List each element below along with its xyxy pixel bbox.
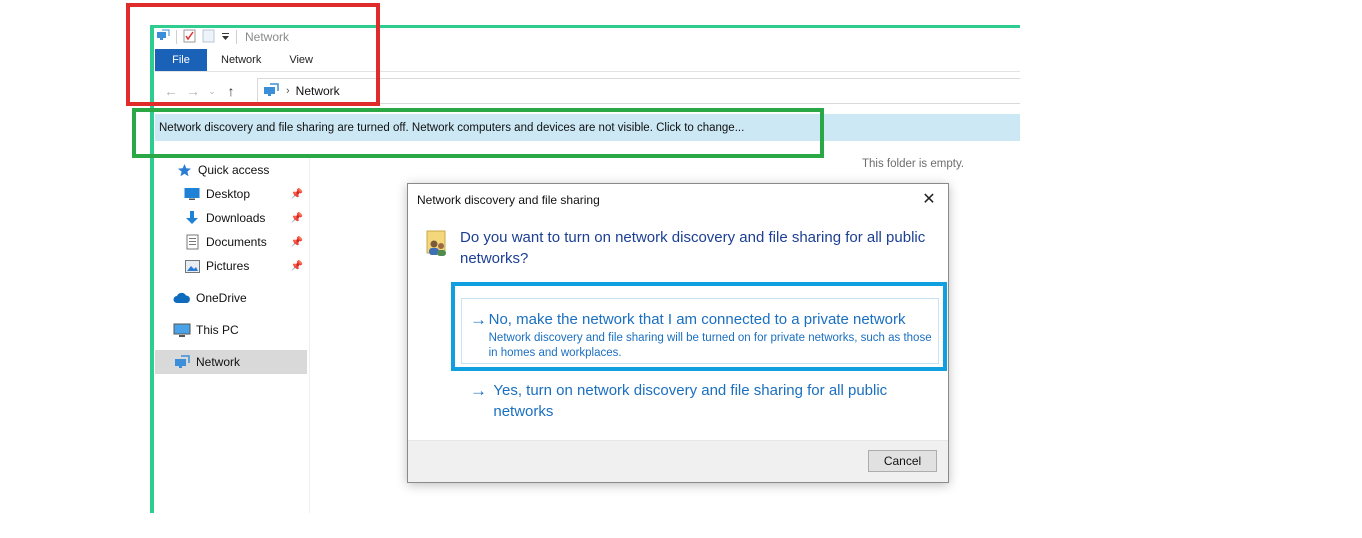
blue-highlight-box bbox=[451, 282, 947, 371]
cloud-icon bbox=[173, 289, 191, 307]
sidebar-item-pictures[interactable]: Pictures 📌 bbox=[155, 254, 307, 278]
pictures-icon bbox=[183, 257, 201, 275]
sidebar-item-label: Pictures bbox=[206, 259, 250, 273]
sidebar-item-label: Quick access bbox=[198, 163, 270, 177]
star-icon bbox=[175, 161, 193, 179]
download-arrow-icon bbox=[183, 209, 201, 227]
empty-folder-message: This folder is empty. bbox=[862, 158, 965, 170]
sidebar-item-label: Documents bbox=[206, 235, 267, 249]
pin-icon[interactable]: 📌 bbox=[291, 261, 303, 272]
network-icon bbox=[173, 353, 191, 371]
desktop-icon bbox=[183, 185, 201, 203]
pin-icon[interactable]: 📌 bbox=[291, 189, 303, 200]
computer-icon bbox=[173, 321, 191, 339]
pin-icon[interactable]: 📌 bbox=[291, 213, 303, 224]
sidebar-item-onedrive[interactable]: OneDrive bbox=[155, 286, 307, 310]
red-highlight-box bbox=[126, 3, 380, 106]
navigation-pane: Quick access Desktop 📌 Downloads 📌 Docum… bbox=[155, 158, 310, 513]
turn-on-for-public-networks-option[interactable]: → Yes, turn on network discovery and fil… bbox=[461, 380, 939, 422]
sidebar-item-label: This PC bbox=[196, 323, 239, 337]
dialog-question: Do you want to turn on network discovery… bbox=[460, 229, 926, 267]
sidebar-item-documents[interactable]: Documents 📌 bbox=[155, 230, 307, 254]
cancel-button[interactable]: Cancel bbox=[868, 450, 937, 472]
sidebar-item-label: OneDrive bbox=[196, 291, 247, 305]
dialog-title: Network discovery and file sharing bbox=[417, 193, 600, 207]
arrow-right-icon: → bbox=[470, 381, 487, 400]
sidebar-item-label: Downloads bbox=[206, 211, 266, 225]
close-icon[interactable]: ✕ bbox=[918, 188, 940, 210]
pin-icon[interactable]: 📌 bbox=[291, 237, 303, 248]
sidebar-item-label: Network bbox=[196, 355, 241, 369]
sidebar-item-quick-access[interactable]: Quick access bbox=[155, 158, 307, 182]
sidebar-item-label: Desktop bbox=[206, 187, 251, 201]
sidebar-item-this-pc[interactable]: This PC bbox=[155, 318, 307, 342]
document-icon bbox=[183, 233, 201, 251]
sidebar-item-desktop[interactable]: Desktop 📌 bbox=[155, 182, 307, 206]
green-highlight-box bbox=[132, 108, 824, 158]
sidebar-item-network[interactable]: Network bbox=[155, 350, 307, 374]
shared-users-icon bbox=[425, 230, 449, 258]
dialog-footer: Cancel bbox=[408, 440, 948, 482]
sidebar-item-downloads[interactable]: Downloads 📌 bbox=[155, 206, 307, 230]
option-main-text: Yes, turn on network discovery and file … bbox=[493, 382, 888, 420]
